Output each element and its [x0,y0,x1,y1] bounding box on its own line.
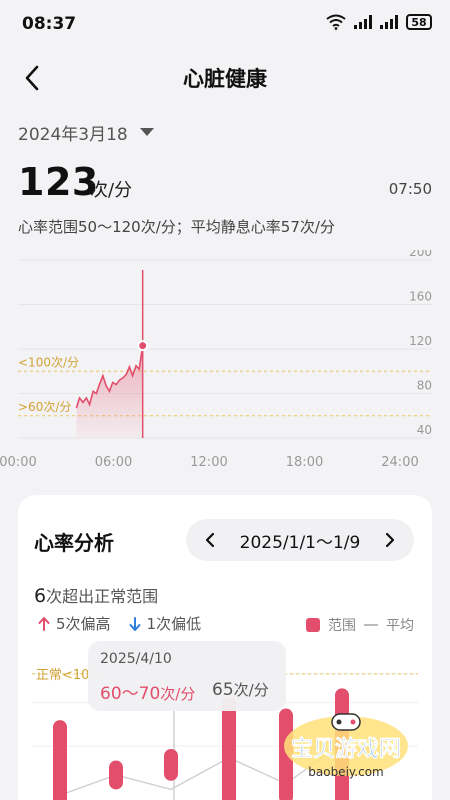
dropdown-icon [139,128,154,136]
prev-range-button[interactable] [198,528,222,552]
heart-rate-range-text: 心率范围50～120次/分；平均静息心率57次/分 [18,218,335,236]
battery-icon: 58 [406,14,432,30]
low-count: 1次偏低 [129,613,202,634]
analysis-title: 心率分析 [34,531,114,555]
range-bar [109,760,123,790]
tooltip-date: 2025/4/10 [100,651,172,667]
tooltip-average: 65次/分 [212,679,269,700]
heart-rate-time: 07:50 [388,180,432,198]
wifi-icon [326,14,346,30]
tooltip-average-unit: 次/分 [233,681,269,699]
chart-tooltip: 2025/4/10 60～70次/分 65次/分 [88,641,286,711]
exceed-summary: 6次超出正常范围 [34,583,158,607]
peak-marker [137,340,149,352]
chart-legend: 范围 平均 [306,615,414,635]
page-title: 心脏健康 [183,67,267,91]
signal-icon [380,15,398,29]
high-count: 5次偏高 [38,613,111,634]
status-icons: 58 [326,14,432,30]
y-tick-label: 160 [409,290,432,304]
tooltip-average-value: 65 [212,680,234,700]
x-tick-label: 12:00 [190,455,227,470]
x-tick-label: 24:00 [381,455,418,470]
tooltip-range-unit: 次/分 [160,685,196,703]
range-text: 2025/1/1～1/9 [239,532,361,553]
arrow-down-icon [129,616,141,631]
high-text: 5次偏高 [56,615,111,633]
date-label: 2024年3月18 [18,125,128,145]
exceed-count: 6 [34,585,47,607]
next-range-button[interactable] [378,528,402,552]
arrow-up-icon [38,616,50,631]
signal-icon [354,15,372,29]
chevron-right-icon [385,532,395,548]
heart-rate-value: 123 [18,160,99,204]
nav-bar: 心脏健康 [0,52,450,102]
range-bar [164,749,178,781]
reference-label: >60次/分 [18,400,71,414]
status-bar: 08:37 58 [0,0,450,50]
high-low-row: 5次偏高 1次偏低 [38,613,201,634]
date-range-picker[interactable]: 2025/1/1～1/9 [186,519,414,561]
legend-average-label: 平均 [386,618,414,634]
low-text: 1次偏低 [146,615,202,633]
legend-range-swatch [306,618,320,632]
heart-rate-unit: 次/分 [90,180,133,201]
heart-rate-summary: 123 次/分 07:50 [18,160,432,204]
y-tick-label: 200 [409,250,432,259]
exceed-text: 次超出正常范围 [46,587,159,606]
legend-range-label: 范围 [328,618,356,634]
reference-label: <100次/分 [18,355,79,369]
watermark-text: 宝贝游戏网 [291,736,401,762]
y-tick-label: 40 [417,423,432,437]
heart-rate-chart: 200 160 120 80 40 <100次/分 >60次/分 00:00 06:00 12:0… [0,250,432,470]
tooltip-range: 60～70次/分 [100,679,195,704]
watermark-logo: 宝贝游戏网 baobeiy.com [262,706,422,786]
range-bar [222,697,236,800]
legend-average-swatch [364,624,378,626]
y-tick-label: 80 [417,379,432,393]
date-selector[interactable]: 2024年3月18 [18,120,154,145]
x-tick-label: 00:00 [0,455,37,470]
x-tick-label: 18:00 [286,455,323,470]
tooltip-range-value: 60～70 [100,684,161,704]
x-tick-label: 06:00 [95,455,132,470]
y-tick-label: 120 [409,334,432,348]
chevron-left-icon [205,532,215,548]
range-bar [53,720,67,800]
watermark-url: baobeiy.com [308,765,383,779]
status-time: 08:37 [22,14,77,34]
